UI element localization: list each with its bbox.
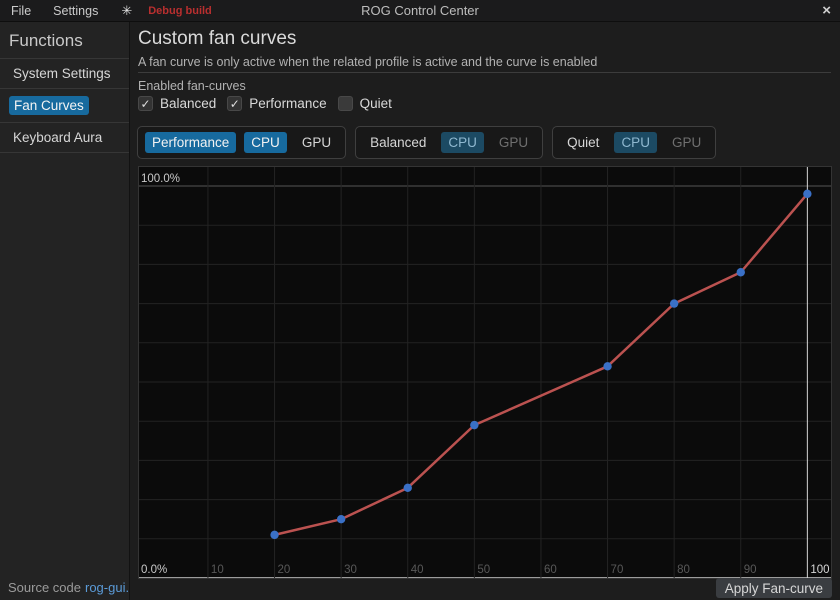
profile-group-performance: Performance CPU GPU [137,126,346,159]
header-separator [138,72,831,73]
x-tick-label: 100 [810,564,829,576]
fan-tab-balanced-cpu[interactable]: CPU [441,132,484,153]
checkbox-label: Performance [249,96,326,111]
x-tick-label: 70 [611,564,624,576]
curve-point[interactable] [270,531,278,539]
profile-group-quiet: Quiet CPU GPU [552,126,716,159]
rog-control-center-window: File Settings ✳ Debug build ROG Control … [0,0,840,600]
fan-curve-plot[interactable]: 10 20 30 40 50 60 70 80 90 100 100.0% 0.0% [139,167,831,578]
x-tick-label: 50 [477,564,490,576]
curve-point[interactable] [803,190,811,198]
fan-tab-performance-gpu[interactable]: GPU [295,132,338,153]
x-tick-label: 80 [677,564,690,576]
theme-toggle-icon[interactable]: ✳ [109,3,144,19]
checkbox-checked-icon[interactable]: ✓ [138,96,153,111]
sidebar-heading: Functions [0,22,129,58]
page-title: Custom fan curves [138,28,296,50]
x-tick-label: 40 [411,564,424,576]
curve-point[interactable] [404,484,412,492]
checkbox-performance[interactable]: ✓ Performance [227,96,326,111]
sidebar-item-label: Keyboard Aura [13,130,102,145]
debug-build-label: Debug build [144,5,216,17]
main-panel: Custom fan curves A fan curve is only ac… [131,22,840,600]
fan-tab-performance-cpu[interactable]: CPU [244,132,287,153]
x-tick-label: 60 [544,564,557,576]
menu-file[interactable]: File [0,4,42,18]
close-icon[interactable]: × [822,1,831,21]
checkbox-label: Quiet [360,96,392,111]
fan-curve-chart: 10 20 30 40 50 60 70 80 90 100 100.0% 0.0% [138,166,832,579]
sidebar-items: System Settings Fan Curves Keyboard Aura [0,58,129,153]
sidebar: Functions System Settings Fan Curves Keybo… [0,22,130,600]
fan-tab-quiet-cpu[interactable]: CPU [614,132,657,153]
sidebar-item-system-settings[interactable]: System Settings [0,59,129,89]
profile-group-balanced: Balanced CPU GPU [355,126,543,159]
sidebar-item-label: System Settings [13,66,111,81]
curve-point[interactable] [337,515,345,523]
fan-tab-quiet-gpu[interactable]: GPU [665,132,708,153]
sidebar-item-fan-curves[interactable]: Fan Curves [0,89,129,123]
profile-tab-balanced[interactable]: Balanced [363,132,433,153]
x-tick-label: 30 [344,564,357,576]
y-axis-min-label: 0.0% [141,564,167,576]
enabled-fan-curves-label: Enabled fan-curves [138,79,246,93]
apply-fan-curve-button[interactable]: Apply Fan-curve [716,578,832,598]
page-subtitle: A fan curve is only active when the rela… [138,55,597,69]
checkbox-label: Balanced [160,96,216,111]
sidebar-item-label: Fan Curves [9,96,89,115]
x-tick-label: 20 [278,564,291,576]
profile-tab-groups: Performance CPU GPU Balanced CPU GPU Quiet CPU G… [137,126,716,159]
curve-point[interactable] [670,299,678,307]
profile-tab-quiet[interactable]: Quiet [560,132,606,153]
enabled-checkbox-row: ✓ Balanced ✓ Performance Quiet [138,96,392,111]
y-axis-max-label: 100.0% [141,173,180,185]
x-tick-label: 90 [744,564,757,576]
curve-point[interactable] [737,268,745,276]
source-code-label: Source code [8,580,81,595]
source-code-line: Source code rog-gui. [8,580,129,595]
menu-settings[interactable]: Settings [42,4,109,18]
checkbox-checked-icon[interactable]: ✓ [227,96,242,111]
curve-point[interactable] [470,421,478,429]
x-tick-label: 10 [211,564,224,576]
checkbox-unchecked-icon[interactable] [338,96,353,111]
curve-point[interactable] [603,362,611,370]
checkbox-quiet[interactable]: Quiet [338,96,392,111]
rog-gui-link[interactable]: rog-gui. [85,580,129,595]
titlebar: File Settings ✳ Debug build ROG Control … [0,0,840,22]
sidebar-item-keyboard-aura[interactable]: Keyboard Aura [0,123,129,153]
fan-tab-balanced-gpu[interactable]: GPU [492,132,535,153]
checkbox-balanced[interactable]: ✓ Balanced [138,96,216,111]
profile-tab-performance[interactable]: Performance [145,132,236,153]
